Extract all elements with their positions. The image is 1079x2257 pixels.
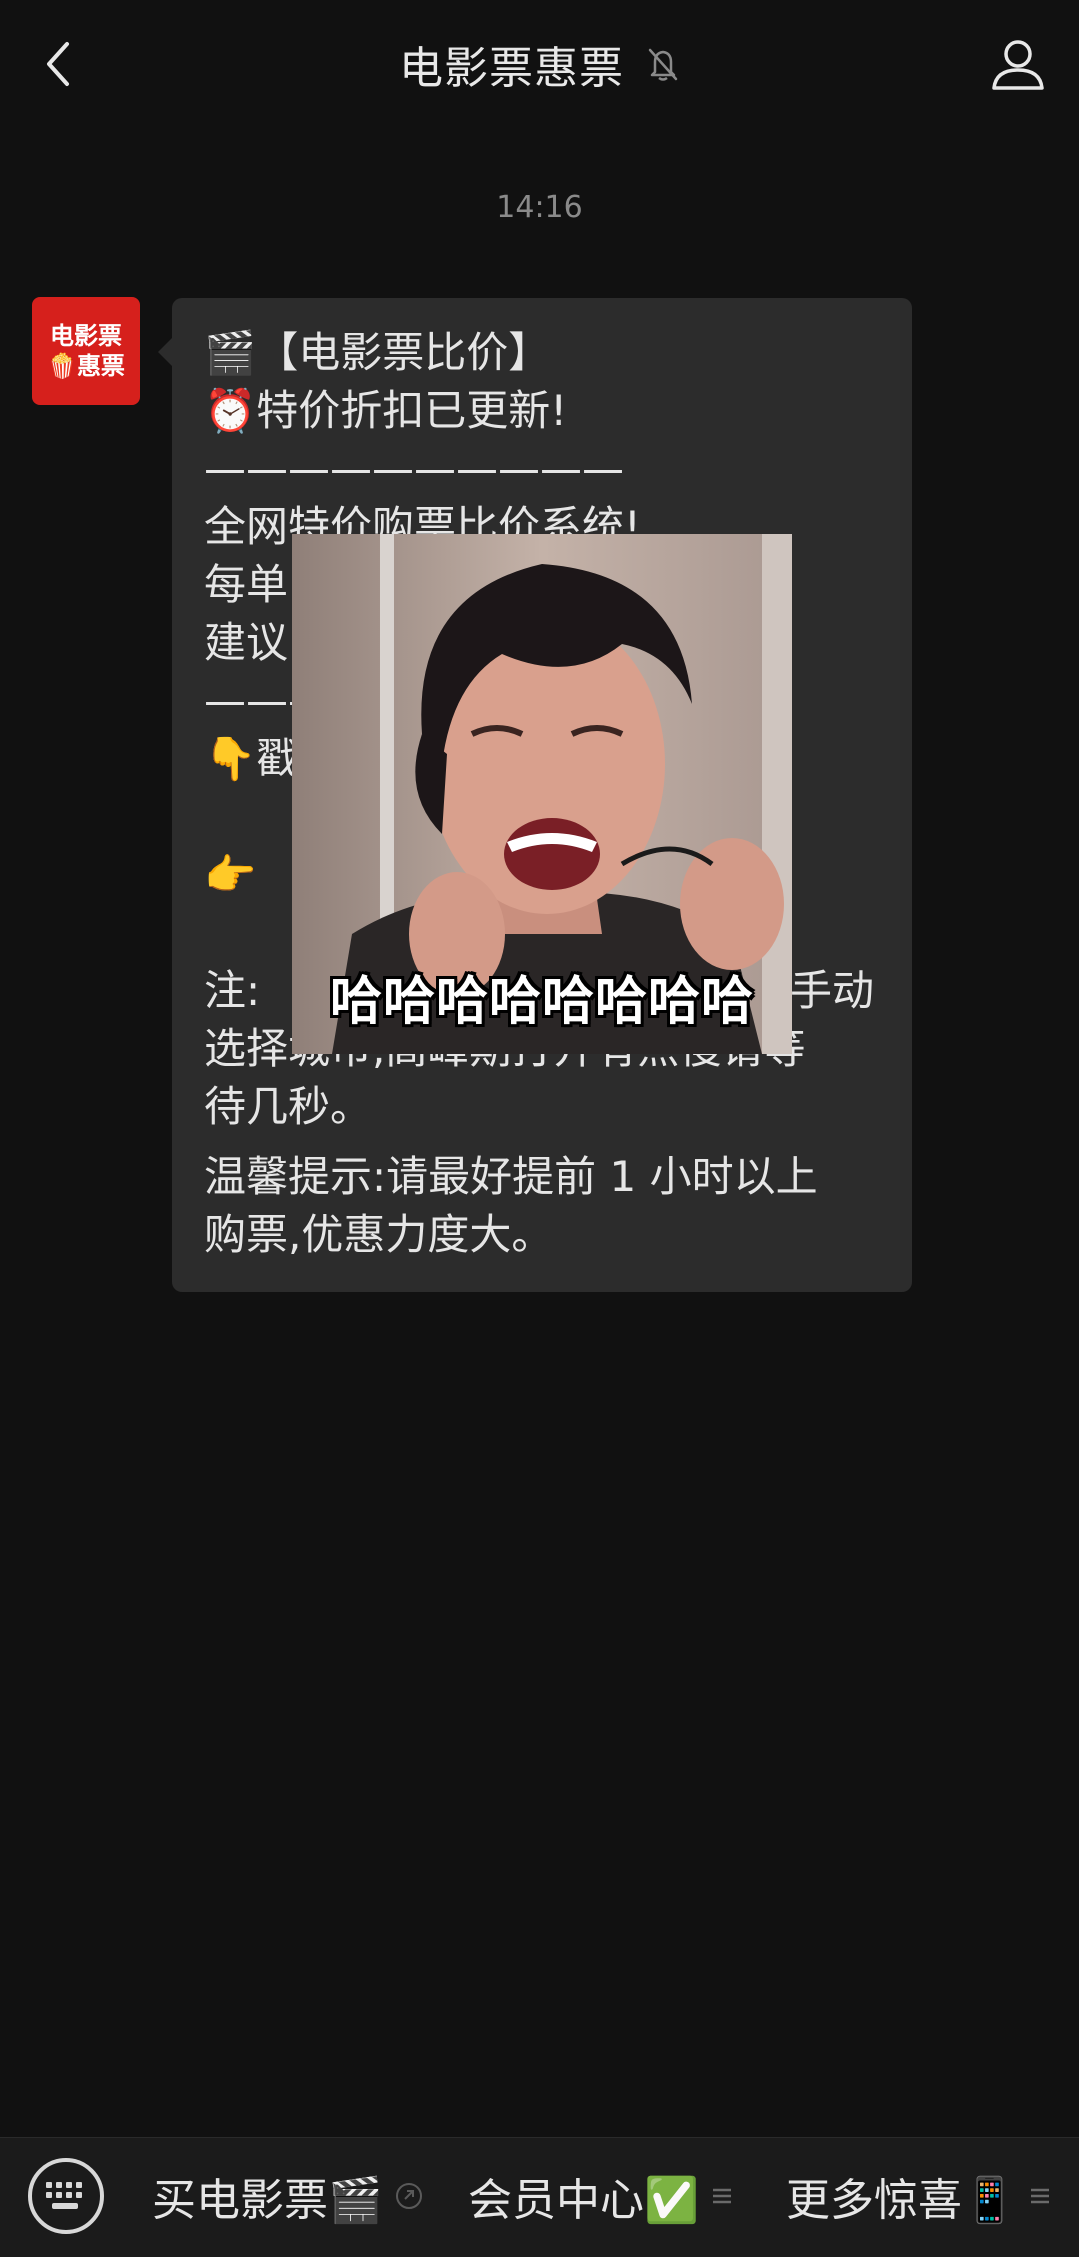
keyboard-icon xyxy=(46,2182,82,2209)
keyboard-toggle-button[interactable] xyxy=(28,2158,104,2234)
menu-buy-tickets[interactable]: 买电影票🎬 xyxy=(152,2158,423,2234)
top-bar: 电影票惠票 xyxy=(0,0,1079,128)
link-icon xyxy=(395,2183,422,2209)
msg-line-10: 注: xyxy=(204,966,261,1015)
meme-sticker[interactable]: 哈哈哈哈哈哈哈哈 xyxy=(292,534,792,1054)
menu-member-center-label: 会员中心✅ xyxy=(468,2175,699,2226)
menu-buy-tickets-label: 买电影票🎬 xyxy=(152,2175,383,2226)
msg-line-2: ⏰特价折扣已更新! xyxy=(204,386,568,435)
list-icon xyxy=(712,2188,731,2204)
msg-line-6: 建议 xyxy=(204,618,289,667)
bottom-menu-bar: 买电影票🎬 会员中心✅ 更多惊喜📱 xyxy=(0,2137,1079,2257)
title-area: 电影票惠票 xyxy=(0,28,1079,100)
msg-line-1: 🎬【电影票比价】 xyxy=(204,328,551,377)
msg-line-9[interactable]: 👉 xyxy=(204,846,256,904)
list-icon xyxy=(1030,2188,1049,2204)
avatar-text-line2: 🍿惠票 xyxy=(47,352,125,380)
profile-button[interactable] xyxy=(983,26,1053,102)
avatar-text-line1: 电影票 xyxy=(50,322,122,350)
sender-avatar[interactable]: 电影票 🍿惠票 xyxy=(32,297,140,405)
menu-more-surprises[interactable]: 更多惊喜📱 xyxy=(786,2158,1051,2234)
msg-line-3: —————————— xyxy=(204,444,624,493)
message-timestamp: 14:16 xyxy=(496,190,583,225)
msg-line-12: 待几秒。 xyxy=(204,1082,373,1131)
menu-more-surprises-label: 更多惊喜📱 xyxy=(786,2175,1017,2226)
bell-off-icon xyxy=(646,47,680,81)
msg-line-5: 每单 xyxy=(204,560,289,609)
msg-line-13: 温馨提示:请最好提前 1 小时以上 xyxy=(204,1152,818,1201)
msg-line-10-end: 手动 xyxy=(790,966,875,1015)
sticker-caption: 哈哈哈哈哈哈哈哈 xyxy=(329,972,754,1032)
menu-member-center[interactable]: 会员中心✅ xyxy=(468,2158,733,2234)
person-icon xyxy=(992,40,1044,90)
msg-line-14: 购票,优惠力度大。 xyxy=(204,1210,554,1259)
msg-line-8: 👇戳 xyxy=(204,734,299,783)
popcorn-icon: 🍿 xyxy=(47,352,77,380)
chat-title: 电影票惠票 xyxy=(399,43,624,94)
